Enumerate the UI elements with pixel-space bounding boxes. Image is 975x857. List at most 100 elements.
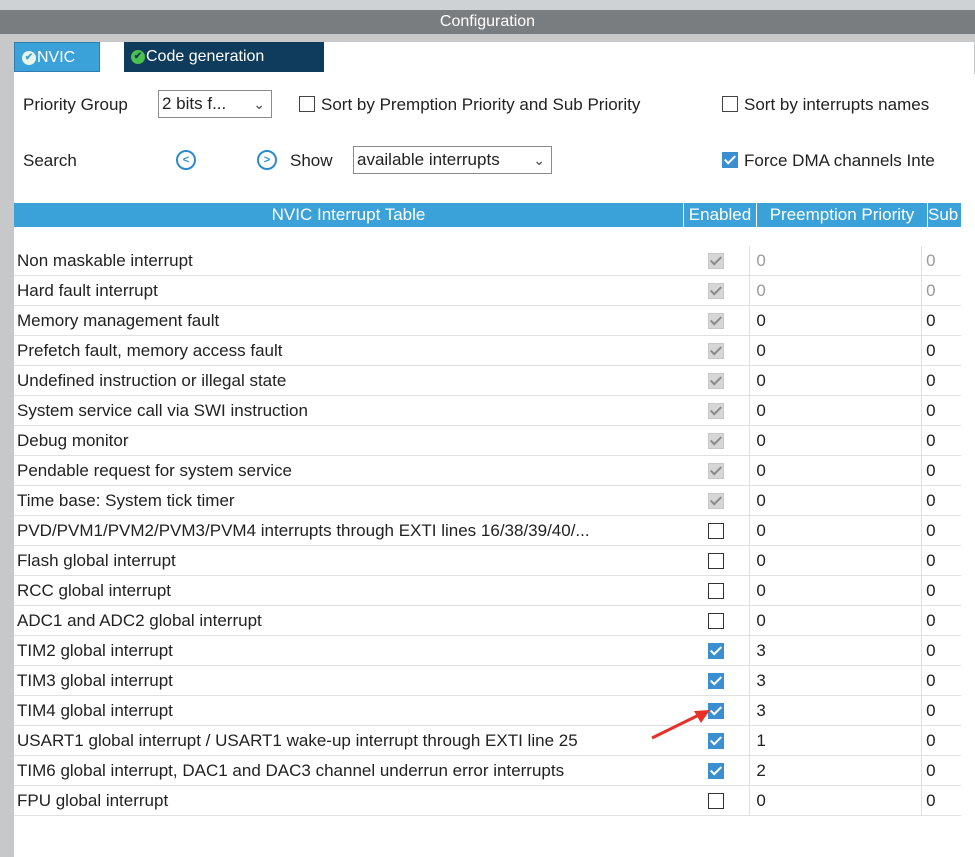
enabled-checkbox[interactable] [707, 673, 724, 690]
tab-code-generation[interactable]: ✔ Code generation [124, 42, 324, 72]
tab-strip: ✔ NVIC ✔ Code generation [14, 42, 974, 74]
show-select[interactable]: available interrupts ⌄ [353, 146, 552, 174]
table-row[interactable]: TIM3 global interrupt 3 0 [14, 665, 961, 696]
sub-priority-value[interactable]: 0 [921, 335, 961, 366]
sort-premption-checkbox[interactable]: Sort by Premption Priority and Sub Prior… [299, 95, 640, 115]
enabled-checkbox[interactable] [707, 583, 724, 600]
enabled-cell [681, 785, 750, 816]
enabled-checkbox [707, 283, 724, 300]
enabled-checkbox[interactable] [707, 643, 724, 660]
enabled-checkbox[interactable] [707, 733, 724, 750]
enabled-checkbox[interactable] [707, 763, 724, 780]
search-previous-icon[interactable]: < [176, 150, 196, 170]
sub-priority-value[interactable]: 0 [921, 515, 961, 546]
preemption-priority-value[interactable]: 0 [749, 575, 922, 606]
tab-nvic-label: NVIC [37, 49, 76, 66]
table-row[interactable]: USART1 global interrupt / USART1 wake-up… [14, 725, 961, 756]
sort-names-label: Sort by interrupts names [744, 95, 930, 114]
sub-priority-value[interactable]: 0 [921, 755, 961, 786]
header-preemption-priority[interactable]: Preemption Priority [757, 203, 927, 227]
enabled-cell [681, 275, 750, 306]
search-next-icon[interactable]: > [257, 150, 277, 170]
check-circle-icon: ✔ [131, 50, 145, 64]
table-row[interactable]: TIM6 global interrupt, DAC1 and DAC3 cha… [14, 755, 961, 786]
interrupt-name: Pendable request for system service [14, 455, 682, 486]
enabled-checkbox [707, 313, 724, 330]
enabled-cell [681, 545, 750, 576]
enabled-cell [681, 305, 750, 336]
table-row[interactable]: TIM2 global interrupt 3 0 [14, 635, 961, 666]
table-row[interactable]: Memory management fault 0 0 [14, 305, 961, 336]
header-sub-priority[interactable]: Sub [928, 203, 961, 227]
enabled-checkbox[interactable] [707, 553, 724, 570]
table-row[interactable]: System service call via SWI instruction 0… [14, 395, 961, 426]
preemption-priority-value[interactable]: 0 [749, 275, 922, 306]
priority-group-label: Priority Group [23, 95, 128, 114]
preemption-priority-value[interactable]: 0 [749, 305, 922, 336]
sub-priority-value[interactable]: 0 [921, 725, 961, 756]
sub-priority-value[interactable]: 0 [921, 575, 961, 606]
tab-nvic[interactable]: ✔ NVIC [14, 42, 100, 72]
preemption-priority-value[interactable]: 3 [749, 635, 922, 666]
header-interrupt-table[interactable]: NVIC Interrupt Table [14, 203, 683, 227]
preemption-priority-value[interactable]: 0 [749, 515, 922, 546]
preemption-priority-value[interactable]: 0 [749, 485, 922, 516]
preemption-priority-value[interactable]: 1 [749, 725, 922, 756]
sort-names-checkbox[interactable]: Sort by interrupts names [722, 95, 929, 115]
table-row[interactable]: FPU global interrupt 0 0 [14, 785, 961, 816]
table-row[interactable]: TIM4 global interrupt 3 0 [14, 695, 961, 726]
header-enabled[interactable]: Enabled [684, 203, 756, 227]
checkbox-box [722, 96, 738, 112]
sub-priority-value[interactable]: 0 [921, 695, 961, 726]
enabled-checkbox[interactable] [707, 703, 724, 720]
enabled-checkbox[interactable] [707, 613, 724, 630]
table-row[interactable]: Undefined instruction or illegal state 0 0 [14, 365, 961, 396]
table-row[interactable]: ADC1 and ADC2 global interrupt 0 0 [14, 605, 961, 636]
sub-priority-value[interactable]: 0 [921, 785, 961, 816]
sub-priority-value[interactable]: 0 [921, 246, 961, 276]
table-row[interactable]: Prefetch fault, memory access fault 0 0 [14, 335, 961, 366]
table-row[interactable]: Debug monitor 0 0 [14, 425, 961, 456]
force-dma-checkbox[interactable]: Force DMA channels Inte [722, 151, 935, 171]
table-row[interactable]: Pendable request for system service 0 0 [14, 455, 961, 486]
preemption-priority-value[interactable]: 0 [749, 455, 922, 486]
table-row[interactable]: Non maskable interrupt 0 0 [14, 246, 961, 276]
sub-priority-value[interactable]: 0 [921, 275, 961, 306]
preemption-priority-value[interactable]: 0 [749, 785, 922, 816]
tab-code-generation-label: Code generation [146, 48, 265, 65]
table-row[interactable]: Time base: System tick timer 0 0 [14, 485, 961, 516]
sub-priority-value[interactable]: 0 [921, 605, 961, 636]
interrupt-name: Prefetch fault, memory access fault [14, 335, 682, 366]
priority-group-select[interactable]: 2 bits f... ⌄ [158, 90, 272, 118]
preemption-priority-value[interactable]: 0 [749, 365, 922, 396]
enabled-cell [681, 725, 750, 756]
sub-priority-value[interactable]: 0 [921, 635, 961, 666]
interrupt-name: System service call via SWI instruction [14, 395, 682, 426]
table-row[interactable]: RCC global interrupt 0 0 [14, 575, 961, 606]
preemption-priority-value[interactable]: 0 [749, 395, 922, 426]
sub-priority-value[interactable]: 0 [921, 305, 961, 336]
table-row[interactable]: Flash global interrupt 0 0 [14, 545, 961, 576]
enabled-cell [681, 575, 750, 606]
preemption-priority-value[interactable]: 0 [749, 425, 922, 456]
sub-priority-value[interactable]: 0 [921, 455, 961, 486]
sub-priority-value[interactable]: 0 [921, 665, 961, 696]
enabled-checkbox[interactable] [707, 523, 724, 540]
sub-priority-value[interactable]: 0 [921, 425, 961, 456]
preemption-priority-value[interactable]: 0 [749, 605, 922, 636]
show-value: available interrupts [357, 150, 500, 169]
table-row[interactable]: Hard fault interrupt 0 0 [14, 275, 961, 306]
preemption-priority-value[interactable]: 0 [749, 246, 922, 276]
preemption-priority-value[interactable]: 0 [749, 335, 922, 366]
preemption-priority-value[interactable]: 0 [749, 545, 922, 576]
sub-priority-value[interactable]: 0 [921, 485, 961, 516]
preemption-priority-value[interactable]: 3 [749, 665, 922, 696]
preemption-priority-value[interactable]: 3 [749, 695, 922, 726]
enabled-checkbox[interactable] [707, 793, 724, 810]
sub-priority-value[interactable]: 0 [921, 545, 961, 576]
sub-priority-value[interactable]: 0 [921, 395, 961, 426]
sub-priority-value[interactable]: 0 [921, 365, 961, 396]
preemption-priority-value[interactable]: 2 [749, 755, 922, 786]
table-row[interactable]: PVD/PVM1/PVM2/PVM3/PVM4 interrupts throu… [14, 515, 961, 546]
interrupt-name: Time base: System tick timer [14, 485, 682, 516]
